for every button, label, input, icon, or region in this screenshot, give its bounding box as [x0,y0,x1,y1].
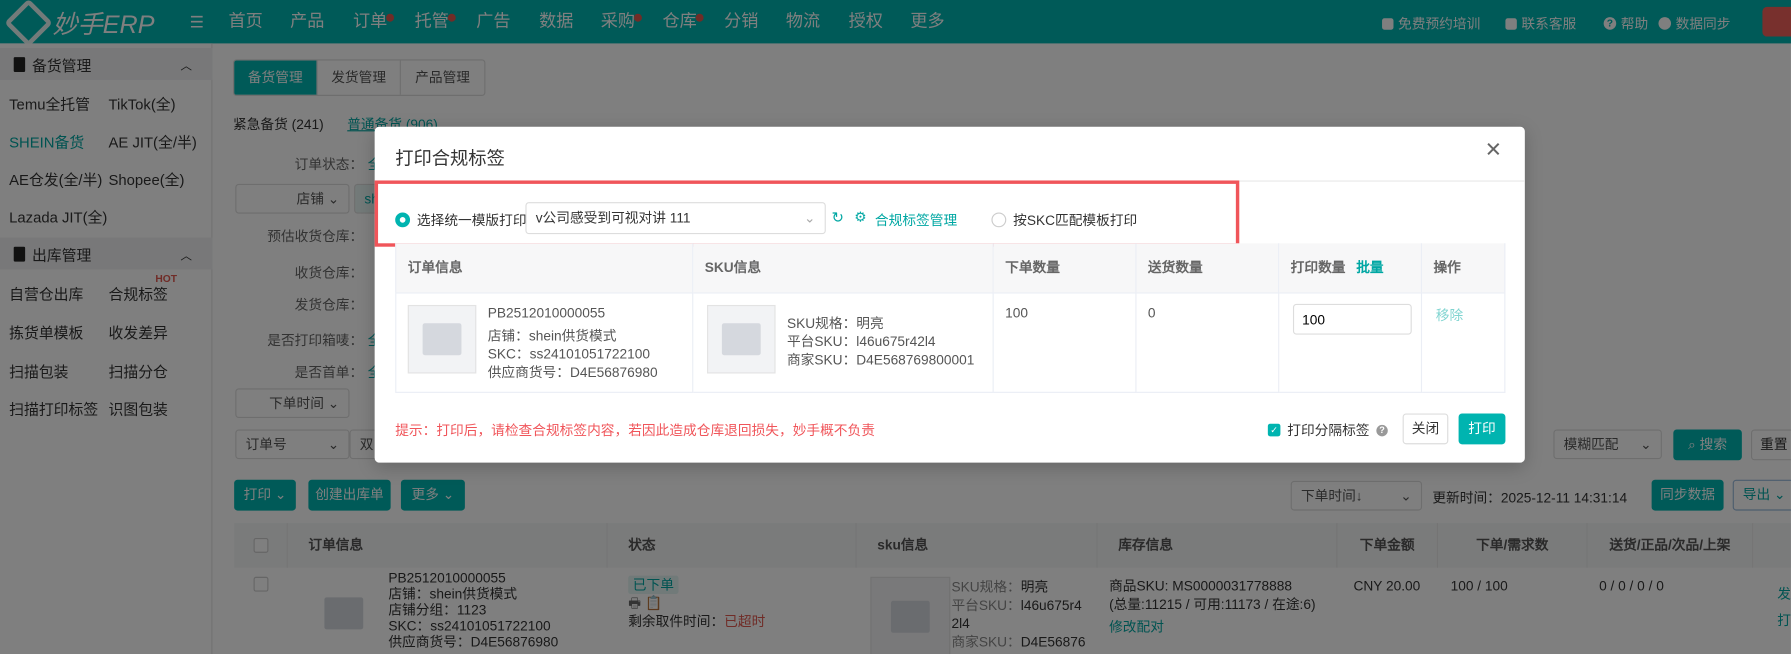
mth-order-qty: 下单数量 [993,243,1137,293]
batch-link[interactable]: 批量 [1356,259,1383,275]
gear-icon: ⚙ [854,209,867,226]
mth-sku-info: SKU信息 [693,243,994,293]
radio-label: 按SKC匹配模板打印 [1013,212,1138,229]
chevron-down-icon: ⌄ [804,210,816,227]
separator-label: 打印分隔标签 [1287,422,1370,439]
order-qty: 100 [993,292,1137,393]
close-icon[interactable]: ✕ [1485,138,1502,162]
label: 打印数量 [1290,259,1346,276]
manage-labels-link[interactable]: 合规标签管理 [875,210,957,229]
platform-sku: 平台SKU：l46u675r42l4 [786,333,936,350]
image-placeholder-icon [407,304,477,374]
template-select[interactable]: v公司感受到可视对讲 111 ⌄ [525,202,826,235]
ship-qty: 0 [1136,292,1280,393]
radio-skc-template[interactable]: 按SKC匹配模板打印 [991,210,1137,229]
print-qty-input[interactable] [1292,303,1412,335]
checkbox-checked-icon: ✓ [1267,423,1281,437]
radio-label: 选择统一模版打印 [416,212,527,229]
radio-unified-template[interactable]: 选择统一模版打印 [395,210,527,229]
radio-checked-icon [395,212,411,228]
mtd-order-info: PB2512010000055 店铺：shein供货模式 SKC：ss24101… [395,292,694,393]
mth-ship-qty: 送货数量 [1136,243,1280,293]
mth-print-qty: 打印数量 批量 [1279,243,1423,293]
dialog-title: 打印合规标签 [395,149,505,170]
image-placeholder-icon [707,304,776,374]
radio-unchecked-icon [991,212,1007,228]
skc: SKC：ss24101051722100 [487,346,651,363]
help-icon[interactable]: ? [1376,424,1388,436]
template-value: v公司感受到可视对讲 111 [535,210,691,227]
print-button[interactable]: 打印 [1458,413,1506,445]
mtd-print-qty [1279,292,1423,393]
supplier-no: 供应商货号：D4E56876980 [487,364,658,381]
sku-spec: SKU规格：明亮 [786,315,884,332]
warning-tip: 提示：打印后，请检查合规标签内容，若因此造成仓库退回损失，妙手概不负责 [395,422,875,439]
mtd-sku-info: SKU规格：明亮 平台SKU：l46u675r42l4 商家SKU：D4E568… [693,292,994,393]
mth-order-info: 订单信息 [395,243,694,293]
close-button[interactable]: 关闭 [1402,413,1449,445]
remove-link[interactable]: 移除 [1422,292,1506,393]
print-compliance-label-dialog: 打印合规标签 ✕ 选择统一模版打印 v公司感受到可视对讲 111 ⌄ ↻ ⚙ 合规… [374,126,1525,463]
separator-checkbox[interactable]: ✓ 打印分隔标签? [1267,420,1388,439]
mth-ops: 操作 [1422,243,1506,293]
shop: 店铺：shein供货模式 [487,327,617,344]
merchant-sku: 商家SKU：D4E568769800001 [786,351,975,368]
order-no: PB2512010000055 [487,304,606,321]
refresh-icon[interactable]: ↻ [832,209,844,227]
